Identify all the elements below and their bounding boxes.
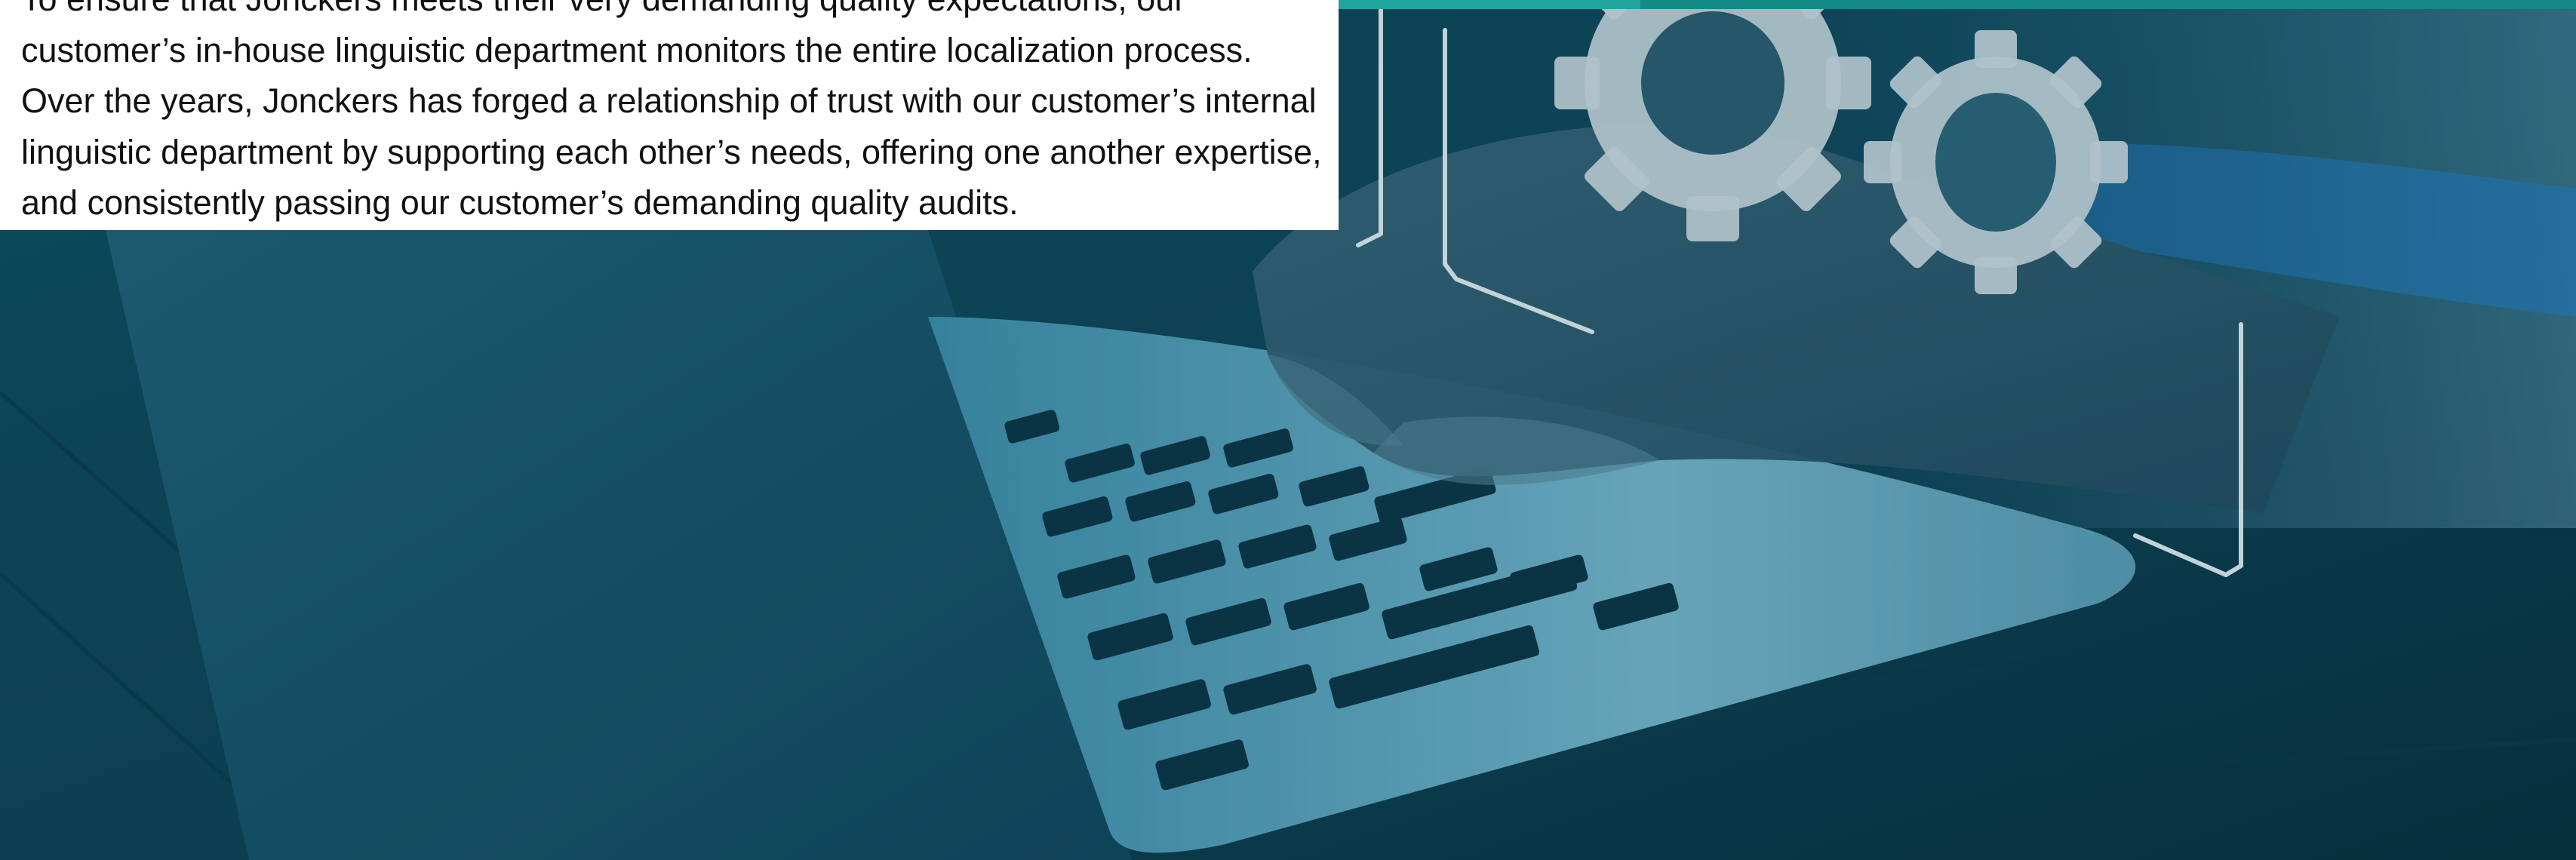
paragraph-line: customer’s in-house linguistic departmen… xyxy=(21,30,1253,69)
text-panel: To ensure that Jonckers meets their very… xyxy=(0,0,1339,230)
paragraph-line: Over the years, Jonckers has forged a re… xyxy=(21,81,1317,120)
paragraph-line: linguistic department by supporting each… xyxy=(21,132,1322,171)
accent-bar-highlight xyxy=(1339,0,1640,9)
body-paragraph: To ensure that Jonckers meets their very… xyxy=(21,0,1334,229)
paragraph-line: To ensure that Jonckers meets their very… xyxy=(21,0,1334,25)
paragraph-line: and consistently passing our customer’s … xyxy=(21,183,1019,222)
